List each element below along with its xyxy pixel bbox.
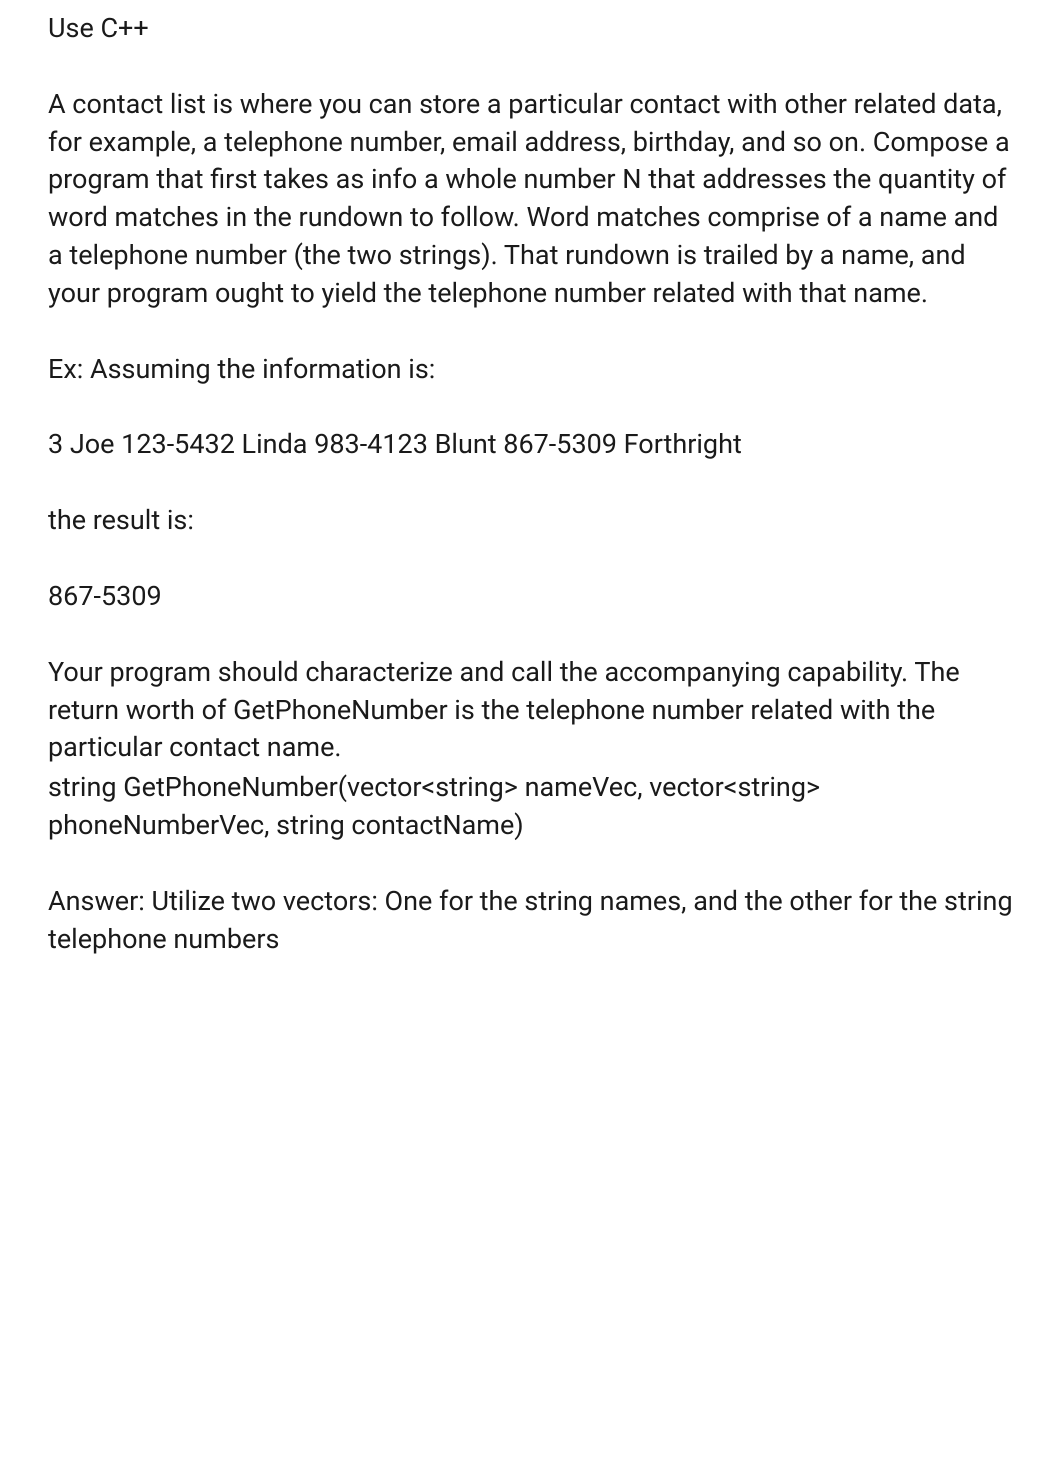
function-signature: string GetPhoneNumber(vector<string> nam…	[48, 769, 1013, 845]
instruction-language: Use C++	[48, 10, 1013, 48]
result-label: the result is:	[48, 502, 1013, 540]
function-requirement-block: Your program should characterize and cal…	[48, 654, 1013, 845]
example-output: 867-5309	[48, 578, 1013, 616]
example-input: 3 Joe 123-5432 Linda 983-4123 Blunt 867-…	[48, 426, 1013, 464]
example-label: Ex: Assuming the information is:	[48, 351, 1013, 389]
problem-description: A contact list is where you can store a …	[48, 86, 1013, 313]
answer-hint: Answer: Utilize two vectors: One for the…	[48, 883, 1013, 959]
function-requirement-text: Your program should characterize and cal…	[48, 654, 1013, 767]
